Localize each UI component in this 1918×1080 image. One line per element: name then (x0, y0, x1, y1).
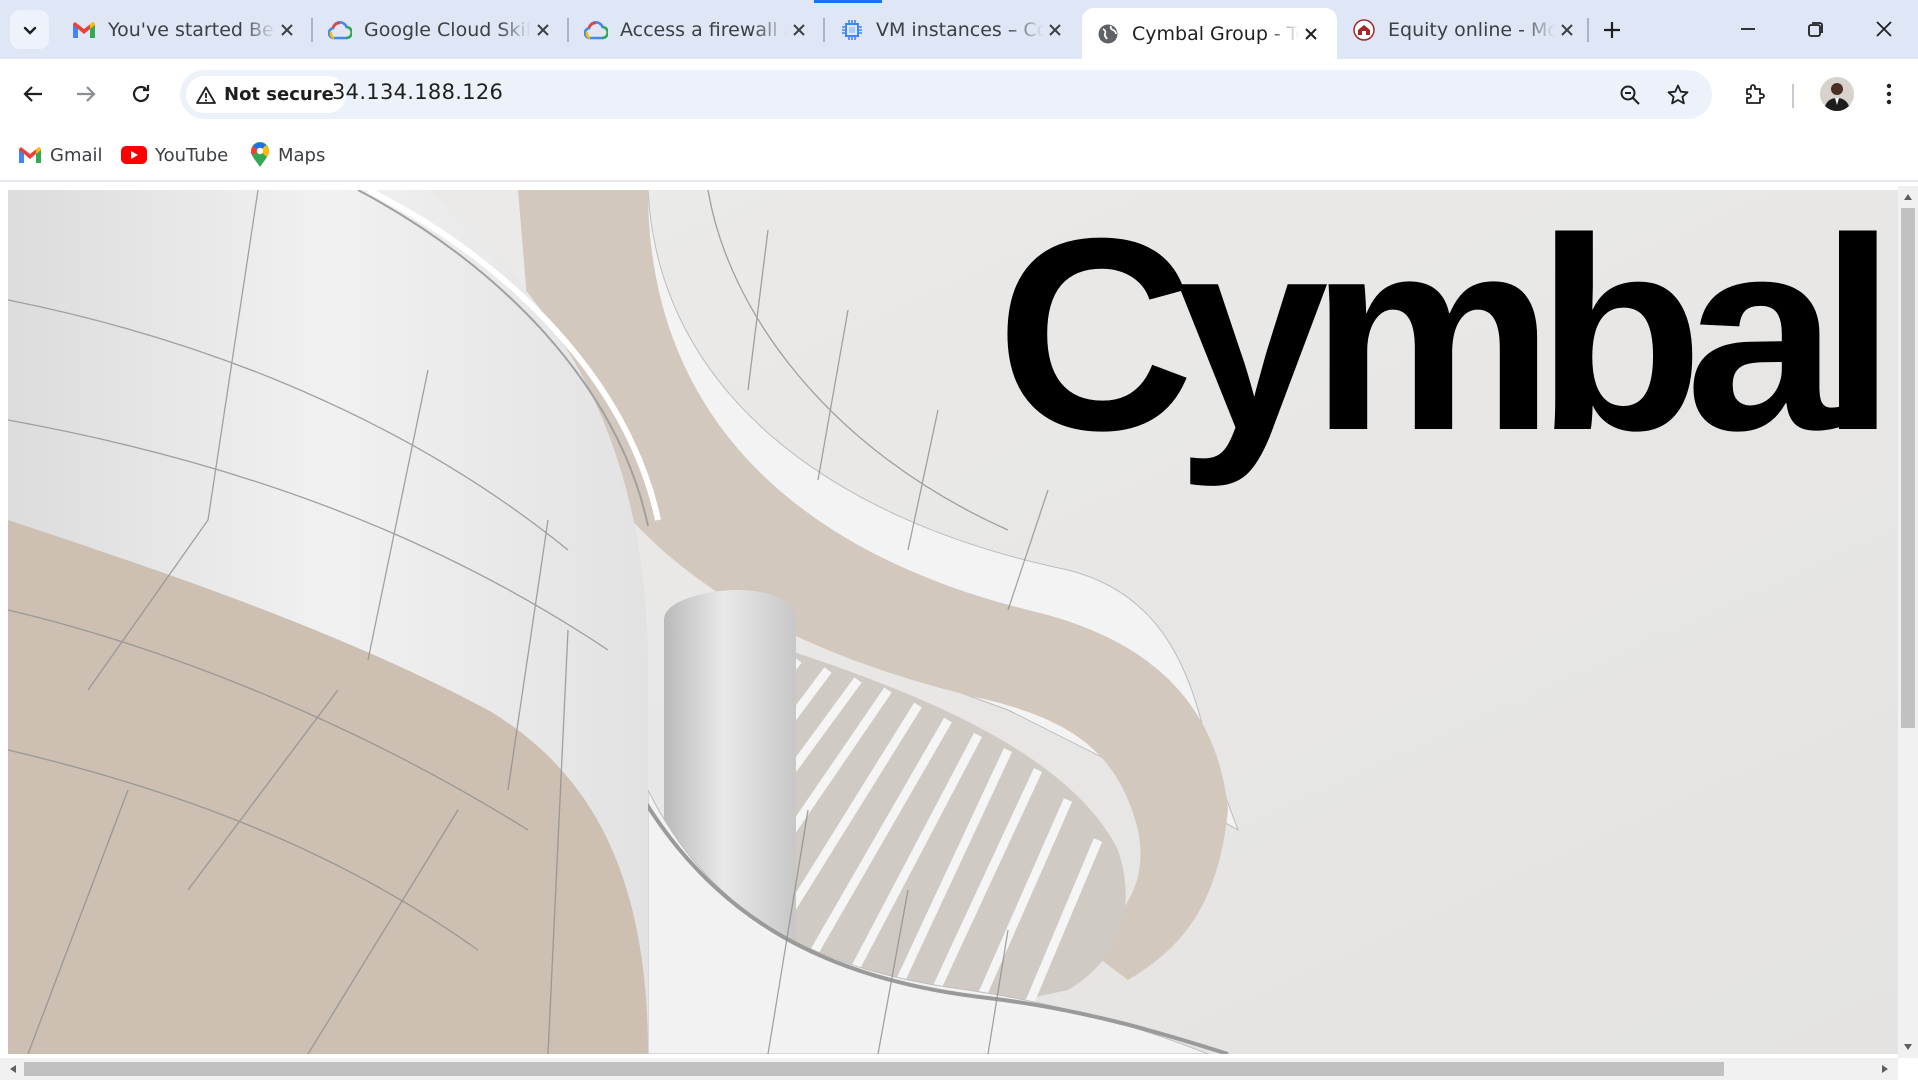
reload-icon (132, 85, 150, 103)
security-label: Not secure (224, 84, 334, 105)
cymbal-logo: Cymbal (996, 190, 1896, 488)
back-button[interactable] (11, 72, 55, 116)
bookmark-label: Maps (278, 144, 326, 166)
tab-separator (1587, 18, 1589, 42)
page-viewport: Cymbal (8, 190, 1898, 1054)
horizontal-scrollbar[interactable] (0, 1058, 1898, 1080)
tab-separator (567, 18, 569, 42)
plus-icon (1604, 22, 1620, 38)
puzzle-piece-icon (1746, 84, 1765, 104)
tab-separator (311, 18, 313, 42)
zoom-button[interactable] (1614, 79, 1646, 111)
tab-google-cloud-skills[interactable]: Google Cloud Skills Boost (314, 6, 569, 53)
close-window-button[interactable] (1854, 8, 1914, 50)
scroll-left-arrow-icon[interactable] (4, 1060, 22, 1078)
gmail-icon (72, 18, 96, 42)
tab-vm-instances[interactable]: VM instances – Compute (826, 6, 1081, 53)
tab-title: Access a firewall and (620, 18, 787, 41)
google-cloud-icon (328, 18, 352, 42)
bookmark-label: Gmail (50, 144, 103, 166)
star-icon (1667, 84, 1689, 105)
tab-title: VM instances – Compute (876, 18, 1043, 41)
tab-title: Google Cloud Skills Boost (364, 18, 531, 41)
globe-icon (1096, 22, 1120, 46)
tab-search-button[interactable] (10, 10, 49, 49)
minimize-button[interactable] (1718, 8, 1778, 50)
restore-button[interactable] (1786, 8, 1846, 50)
browser-toolbar: Not secure 34.134.188.126 (0, 59, 1918, 130)
compute-engine-icon (840, 18, 864, 42)
close-icon[interactable] (787, 18, 811, 42)
new-tab-button[interactable] (1594, 12, 1630, 48)
minimize-icon (1741, 28, 1755, 30)
close-icon[interactable] (275, 18, 299, 42)
scroll-down-arrow-icon[interactable] (1899, 1038, 1917, 1056)
scroll-up-arrow-icon[interactable] (1899, 188, 1917, 206)
youtube-icon (121, 146, 147, 164)
tab-separator (823, 18, 825, 42)
close-icon[interactable] (1043, 18, 1067, 42)
profile-avatar[interactable] (1820, 77, 1854, 111)
bookmark-button[interactable] (1662, 79, 1694, 111)
chevron-down-icon (23, 26, 36, 35)
close-icon[interactable] (1555, 18, 1579, 42)
zoom-out-icon (1620, 85, 1640, 105)
google-cloud-icon (584, 18, 608, 42)
close-icon[interactable] (1299, 22, 1323, 46)
tab-cymbal-group[interactable]: Cymbal Group - Te (1082, 8, 1337, 59)
forward-button[interactable] (64, 72, 108, 116)
extensions-button[interactable] (1734, 73, 1776, 115)
restore-icon (1808, 22, 1823, 37)
site-info-chip[interactable]: Not secure (186, 76, 346, 113)
more-vertical-icon (1886, 83, 1892, 105)
vertical-scrollbar[interactable] (1898, 186, 1918, 1058)
bookmark-maps[interactable]: Maps (250, 138, 325, 172)
gmail-icon (19, 147, 41, 163)
tab-title: You've started Beginner (108, 18, 275, 41)
tab-title: Cymbal Group - Te (1132, 22, 1299, 45)
tab-gmail[interactable]: You've started Beginner (58, 6, 313, 53)
avatar-icon (1820, 77, 1854, 111)
tab-strip: You've started Beginner Google Cloud Ski… (0, 0, 1918, 59)
bookmark-label: YouTube (155, 144, 229, 166)
arrow-left-icon (23, 86, 42, 102)
tab-loading-indicator (814, 0, 882, 3)
reload-button[interactable] (119, 72, 163, 116)
equity-bank-icon (1352, 18, 1376, 42)
close-icon[interactable] (531, 18, 555, 42)
tab-title: Equity online - Mo (1388, 18, 1555, 41)
vertical-scroll-thumb[interactable] (1901, 208, 1915, 728)
horizontal-scroll-thumb[interactable] (24, 1062, 1724, 1076)
scroll-right-arrow-icon[interactable] (1876, 1060, 1894, 1078)
tab-access-firewall[interactable]: Access a firewall and (570, 6, 825, 53)
bookmark-gmail[interactable]: Gmail (18, 138, 103, 172)
arrow-right-icon (77, 86, 96, 102)
menu-button[interactable] (1868, 73, 1910, 115)
maps-pin-icon (251, 142, 269, 167)
bookmark-youtube[interactable]: YouTube (121, 138, 228, 172)
address-bar[interactable]: Not secure 34.134.188.126 (180, 70, 1712, 119)
warning-triangle-icon (196, 86, 216, 104)
bookmarks-bar: Gmail YouTube Maps (0, 130, 1918, 182)
close-icon (1876, 21, 1892, 37)
toolbar-divider (1792, 84, 1794, 108)
url-text[interactable]: 34.134.188.126 (332, 80, 503, 104)
tab-equity-online[interactable]: Equity online - Mo (1338, 6, 1593, 53)
